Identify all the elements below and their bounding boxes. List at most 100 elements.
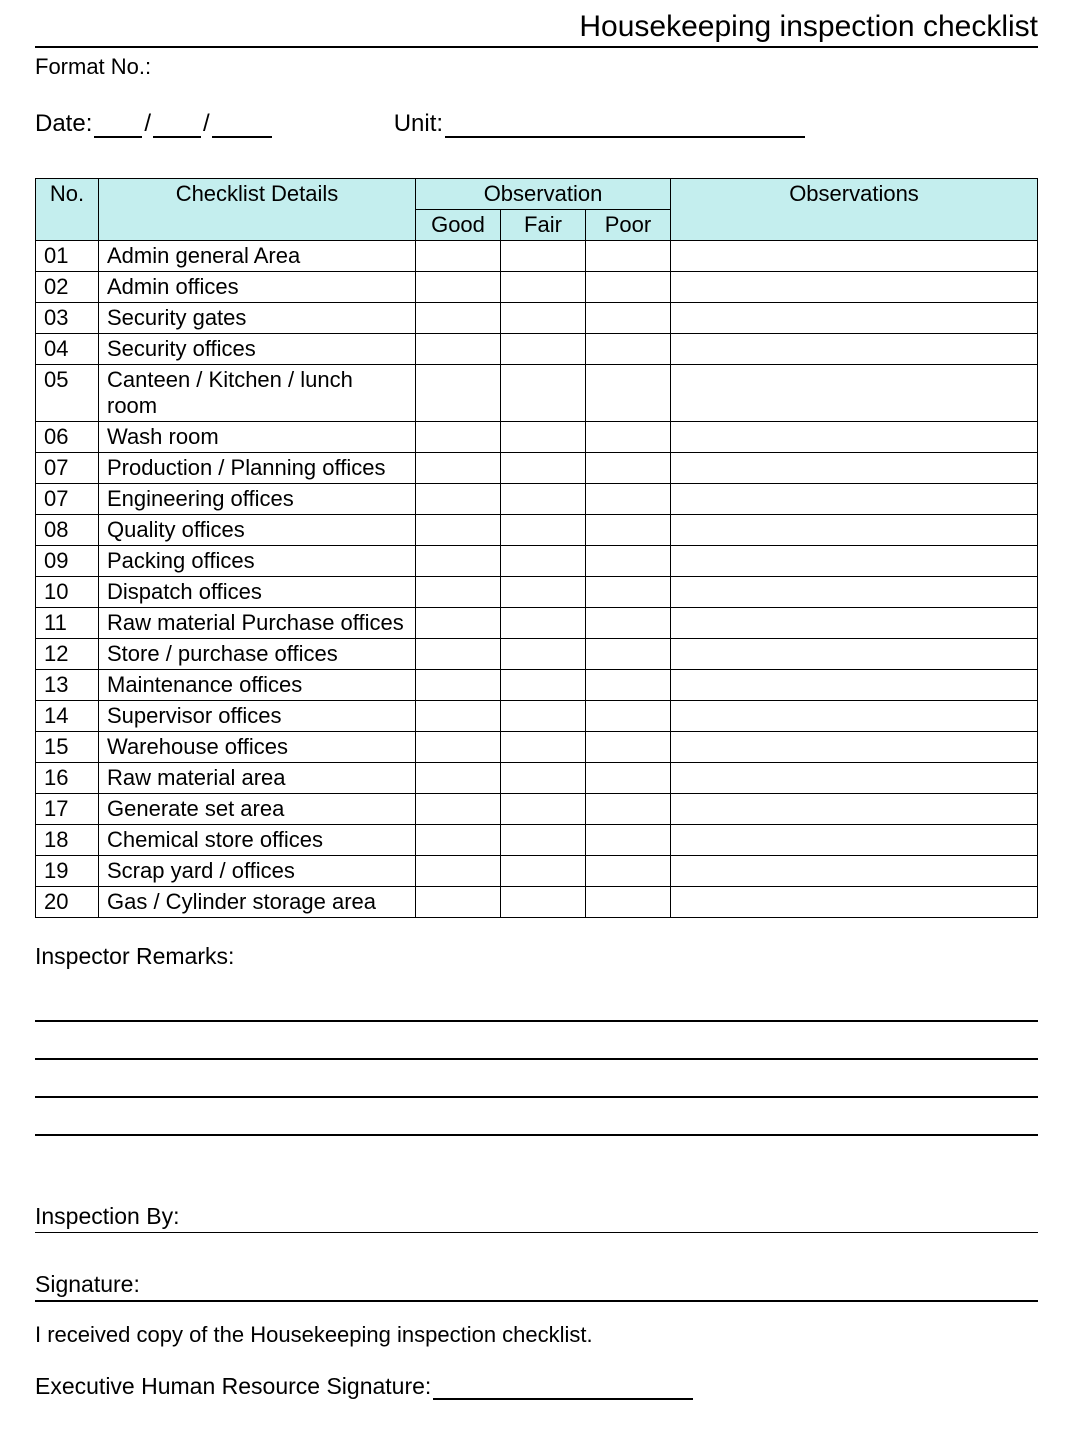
date-year-blank[interactable] bbox=[212, 112, 272, 138]
cell-observations[interactable] bbox=[671, 825, 1038, 856]
cell-observations[interactable] bbox=[671, 303, 1038, 334]
cell-poor[interactable] bbox=[586, 794, 671, 825]
cell-observations[interactable] bbox=[671, 453, 1038, 484]
remarks-line-3[interactable] bbox=[35, 1064, 1038, 1098]
cell-observations[interactable] bbox=[671, 241, 1038, 272]
cell-observations[interactable] bbox=[671, 856, 1038, 887]
cell-poor[interactable] bbox=[586, 365, 671, 422]
cell-observations[interactable] bbox=[671, 732, 1038, 763]
cell-good[interactable] bbox=[416, 546, 501, 577]
cell-fair[interactable] bbox=[501, 794, 586, 825]
cell-good[interactable] bbox=[416, 453, 501, 484]
cell-fair[interactable] bbox=[501, 887, 586, 918]
cell-poor[interactable] bbox=[586, 303, 671, 334]
cell-fair[interactable] bbox=[501, 670, 586, 701]
cell-fair[interactable] bbox=[501, 422, 586, 453]
cell-good[interactable] bbox=[416, 608, 501, 639]
remarks-line-1[interactable] bbox=[35, 988, 1038, 1022]
cell-good[interactable] bbox=[416, 272, 501, 303]
remarks-line-4[interactable] bbox=[35, 1102, 1038, 1136]
cell-fair[interactable] bbox=[501, 608, 586, 639]
cell-poor[interactable] bbox=[586, 515, 671, 546]
cell-fair[interactable] bbox=[501, 453, 586, 484]
cell-fair[interactable] bbox=[501, 639, 586, 670]
cell-poor[interactable] bbox=[586, 701, 671, 732]
cell-observations[interactable] bbox=[671, 701, 1038, 732]
cell-detail: Security gates bbox=[99, 303, 416, 334]
cell-poor[interactable] bbox=[586, 577, 671, 608]
date-day-blank[interactable] bbox=[94, 112, 142, 138]
cell-good[interactable] bbox=[416, 887, 501, 918]
cell-observations[interactable] bbox=[671, 763, 1038, 794]
cell-poor[interactable] bbox=[586, 334, 671, 365]
cell-poor[interactable] bbox=[586, 825, 671, 856]
cell-fair[interactable] bbox=[501, 701, 586, 732]
cell-good[interactable] bbox=[416, 639, 501, 670]
hr-signature-blank[interactable] bbox=[433, 1374, 693, 1400]
cell-fair[interactable] bbox=[501, 732, 586, 763]
cell-no: 11 bbox=[36, 608, 99, 639]
remarks-line-2[interactable] bbox=[35, 1026, 1038, 1060]
cell-observations[interactable] bbox=[671, 365, 1038, 422]
cell-good[interactable] bbox=[416, 303, 501, 334]
cell-good[interactable] bbox=[416, 577, 501, 608]
cell-fair[interactable] bbox=[501, 546, 586, 577]
cell-fair[interactable] bbox=[501, 763, 586, 794]
cell-good[interactable] bbox=[416, 670, 501, 701]
cell-poor[interactable] bbox=[586, 763, 671, 794]
cell-fair[interactable] bbox=[501, 241, 586, 272]
cell-observations[interactable] bbox=[671, 422, 1038, 453]
cell-good[interactable] bbox=[416, 856, 501, 887]
cell-fair[interactable] bbox=[501, 365, 586, 422]
header-observation: Observation bbox=[416, 179, 671, 210]
cell-poor[interactable] bbox=[586, 639, 671, 670]
cell-observations[interactable] bbox=[671, 515, 1038, 546]
date-month-blank[interactable] bbox=[153, 112, 201, 138]
hr-signature-label: Executive Human Resource Signature: bbox=[35, 1373, 431, 1400]
signature-field[interactable]: Signature: bbox=[35, 1271, 1038, 1302]
cell-observations[interactable] bbox=[671, 577, 1038, 608]
cell-observations[interactable] bbox=[671, 794, 1038, 825]
cell-good[interactable] bbox=[416, 763, 501, 794]
cell-poor[interactable] bbox=[586, 732, 671, 763]
cell-good[interactable] bbox=[416, 365, 501, 422]
cell-fair[interactable] bbox=[501, 825, 586, 856]
cell-good[interactable] bbox=[416, 701, 501, 732]
cell-good[interactable] bbox=[416, 732, 501, 763]
cell-fair[interactable] bbox=[501, 856, 586, 887]
cell-observations[interactable] bbox=[671, 484, 1038, 515]
cell-fair[interactable] bbox=[501, 484, 586, 515]
cell-poor[interactable] bbox=[586, 856, 671, 887]
unit-blank[interactable] bbox=[445, 112, 805, 138]
cell-poor[interactable] bbox=[586, 670, 671, 701]
cell-good[interactable] bbox=[416, 794, 501, 825]
cell-poor[interactable] bbox=[586, 546, 671, 577]
cell-poor[interactable] bbox=[586, 484, 671, 515]
cell-poor[interactable] bbox=[586, 422, 671, 453]
cell-observations[interactable] bbox=[671, 546, 1038, 577]
cell-fair[interactable] bbox=[501, 515, 586, 546]
cell-fair[interactable] bbox=[501, 272, 586, 303]
cell-poor[interactable] bbox=[586, 453, 671, 484]
cell-good[interactable] bbox=[416, 484, 501, 515]
cell-observations[interactable] bbox=[671, 334, 1038, 365]
inspection-by-field[interactable]: Inspection By: bbox=[35, 1203, 1038, 1233]
cell-poor[interactable] bbox=[586, 608, 671, 639]
cell-observations[interactable] bbox=[671, 887, 1038, 918]
cell-poor[interactable] bbox=[586, 272, 671, 303]
cell-good[interactable] bbox=[416, 334, 501, 365]
cell-good[interactable] bbox=[416, 422, 501, 453]
cell-good[interactable] bbox=[416, 515, 501, 546]
cell-poor[interactable] bbox=[586, 887, 671, 918]
cell-fair[interactable] bbox=[501, 334, 586, 365]
cell-observations[interactable] bbox=[671, 608, 1038, 639]
cell-observations[interactable] bbox=[671, 639, 1038, 670]
cell-poor[interactable] bbox=[586, 241, 671, 272]
cell-observations[interactable] bbox=[671, 670, 1038, 701]
cell-fair[interactable] bbox=[501, 577, 586, 608]
cell-good[interactable] bbox=[416, 241, 501, 272]
cell-observations[interactable] bbox=[671, 272, 1038, 303]
cell-fair[interactable] bbox=[501, 303, 586, 334]
cell-good[interactable] bbox=[416, 825, 501, 856]
cell-no: 09 bbox=[36, 546, 99, 577]
